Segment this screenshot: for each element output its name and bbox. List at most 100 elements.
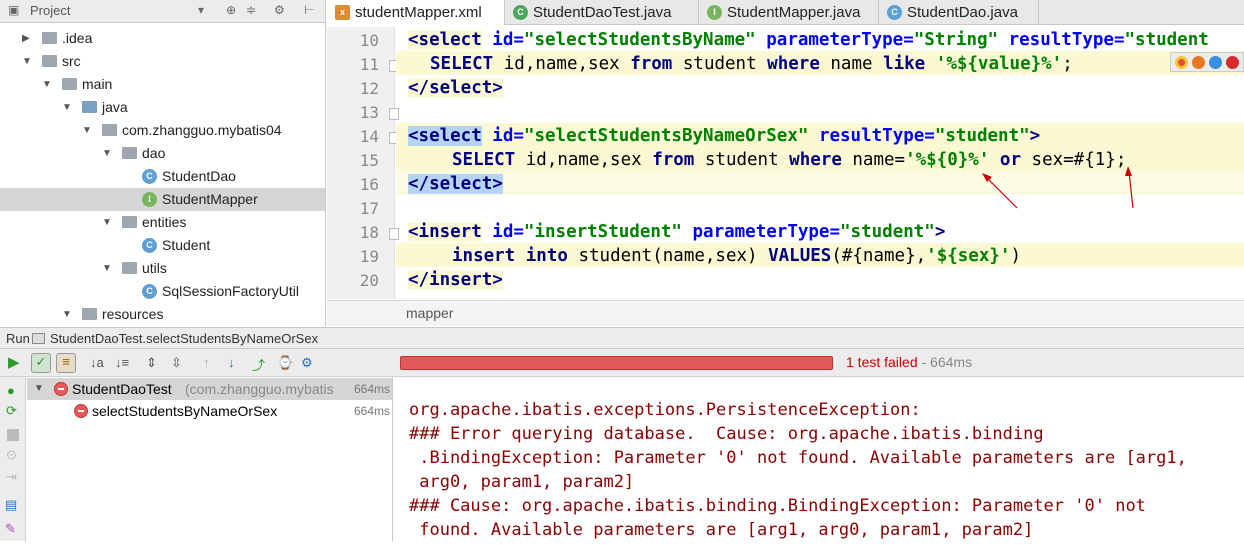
show-passed-icon[interactable]: ✓: [31, 353, 51, 373]
project-panel-header: ▣ Project ▾ ⊕ ≑ ⚙ ⊢: [0, 0, 325, 23]
test-status-time: - 664ms: [917, 354, 973, 370]
previous-failed-icon[interactable]: ↑: [203, 355, 210, 370]
sort-by-duration-icon[interactable]: ↓≡: [115, 355, 129, 370]
gear-icon[interactable]: ⚙: [301, 355, 313, 371]
test-row-suite[interactable]: ▼ StudentDaoTest (com.zhangguo.mybatis 6…: [27, 378, 392, 400]
collapse-all-icon[interactable]: ⇳: [171, 355, 182, 371]
chevron-down-icon[interactable]: ▼: [42, 73, 52, 96]
console-line: .BindingException: Parameter '0' not fou…: [409, 448, 1187, 468]
chevron-right-icon[interactable]: ▶: [22, 27, 30, 50]
chevron-down-icon[interactable]: ▼: [102, 211, 112, 234]
class-icon: C: [142, 238, 157, 253]
dropdown-icon[interactable]: ▾: [198, 3, 204, 17]
tree-item-label: SqlSessionFactoryUtil: [162, 283, 299, 299]
export-icon[interactable]: ⤴: [252, 355, 265, 374]
breadcrumb-item[interactable]: mapper: [406, 305, 453, 321]
tree-item-idea[interactable]: ▶ .idea: [0, 27, 325, 50]
package-icon: [122, 216, 137, 228]
annotation-arrows: [982, 166, 1134, 209]
test-failed-icon: [74, 404, 88, 418]
chevron-down-icon[interactable]: ▼: [102, 257, 112, 280]
expand-all-icon[interactable]: ⇕: [146, 355, 157, 371]
run-label: Run: [6, 331, 30, 346]
collapse-all-icon[interactable]: ≑: [246, 3, 256, 17]
exit-icon[interactable]: ⇥: [6, 469, 17, 485]
tree-item-utils[interactable]: ▼ utils: [0, 257, 325, 280]
test-status: 1 test failed - 664ms: [846, 354, 972, 370]
console-line: org.apache.ibatis.exceptions.Persistence…: [409, 400, 931, 420]
chevron-down-icon[interactable]: ▼: [62, 96, 72, 119]
test-failed-icon: [54, 382, 68, 396]
project-panel-title[interactable]: Project: [30, 3, 70, 18]
tree-item-main[interactable]: ▼ main: [0, 73, 325, 96]
locate-icon[interactable]: ⊕: [226, 3, 236, 17]
run-panel-title-bar: Run StudentDaoTest.selectStudentsByNameO…: [0, 327, 1244, 349]
chevron-down-icon[interactable]: ▼: [82, 119, 92, 142]
console-line: arg0, param1, param2]: [409, 472, 635, 492]
rerun-failed-icon[interactable]: ●: [7, 383, 15, 398]
console-line: ### Error querying database. Cause: org.…: [409, 424, 1044, 444]
resources-folder-icon: [82, 308, 97, 320]
test-progress-bar: [400, 356, 833, 370]
tree-item-resources[interactable]: ▼ resources: [0, 303, 325, 326]
source-folder-icon: [82, 101, 97, 113]
chevron-down-icon[interactable]: ▼: [102, 142, 112, 165]
annotation-arrow: [1128, 171, 1134, 209]
sort-alphabetically-icon[interactable]: ↓a: [90, 355, 104, 370]
gear-icon[interactable]: ⚙: [274, 3, 285, 17]
test-results-tree: ▼ StudentDaoTest (com.zhangguo.mybatis 6…: [27, 377, 393, 541]
chevron-down-icon[interactable]: ▼: [62, 303, 72, 326]
tree-item-label: src: [62, 53, 81, 69]
folder-icon: [42, 55, 57, 67]
tree-item-dao[interactable]: ▼ dao: [0, 142, 325, 165]
toggle-auto-test-icon[interactable]: ⟳: [6, 403, 17, 419]
tree-item-student[interactable]: C Student: [0, 234, 325, 257]
console-line: found. Available parameters are [arg1, a…: [409, 520, 1034, 540]
tree-item-sqlsessionfactoryutil[interactable]: C SqlSessionFactoryUtil: [0, 280, 325, 303]
test-method-name: selectStudentsByNameOrSex: [92, 403, 278, 419]
run-config-name[interactable]: StudentDaoTest.selectStudentsByNameOrSex: [50, 328, 318, 349]
tree-item-label: main: [82, 76, 113, 92]
class-icon: C: [142, 284, 157, 299]
dump-threads-icon[interactable]: ⊙: [6, 447, 17, 463]
chevron-down-icon[interactable]: ▼: [22, 50, 32, 73]
tree-item-label: Student: [162, 237, 211, 253]
tree-item-label: dao: [142, 145, 166, 161]
test-row-method[interactable]: selectStudentsByNameOrSex 664ms: [27, 400, 392, 422]
stop-icon[interactable]: [7, 429, 19, 441]
test-suite-package: (com.zhangguo.mybatis: [185, 381, 334, 397]
editor-panel: x studentMapper.xml C StudentDaoTest.jav…: [327, 0, 1244, 326]
tree-item-label: StudentMapper: [162, 191, 258, 207]
test-suite-name: StudentDaoTest: [72, 381, 172, 397]
chevron-down-icon[interactable]: ▼: [34, 378, 44, 400]
layout-icon[interactable]: ▤: [5, 497, 17, 513]
tree-item-label: entities: [142, 214, 187, 230]
hide-panel-icon[interactable]: ⊢: [304, 3, 314, 17]
test-duration: 664ms: [353, 404, 390, 418]
tree-item-src[interactable]: ▼ src: [0, 50, 325, 73]
tree-item-label: .idea: [62, 30, 93, 46]
test-duration: 664ms: [349, 378, 390, 400]
tree-item-studentmapper[interactable]: I StudentMapper: [0, 188, 325, 211]
tree-item-java[interactable]: ▼ java: [0, 96, 325, 119]
console-output[interactable]: org.apache.ibatis.exceptions.Persistence…: [394, 377, 1244, 541]
run-side-toolbar: ● ⟳ ⊙ ⇥ ▤ ✎: [0, 377, 26, 541]
rerun-icon[interactable]: ▶: [8, 353, 20, 371]
tree-item-label: resources: [102, 306, 164, 322]
tree-item-studentdao[interactable]: C StudentDao: [0, 165, 325, 188]
history-icon[interactable]: ⌚: [277, 355, 293, 371]
tree-item-package-root[interactable]: ▼ com.zhangguo.mybatis04: [0, 119, 325, 142]
tree-item-entities[interactable]: ▼ entities: [0, 211, 325, 234]
package-icon: [102, 124, 117, 136]
tree-item-label: utils: [142, 260, 167, 276]
tree-item-label: StudentDao: [162, 168, 236, 184]
tree-item-label: com.zhangguo.mybatis04: [122, 122, 282, 138]
arrowhead: [1125, 166, 1132, 176]
breadcrumb[interactable]: mapper: [327, 300, 1244, 326]
pin-icon[interactable]: ✎: [5, 521, 16, 537]
console-line: ### Cause: org.apache.ibatis.binding.Bin…: [409, 496, 1146, 516]
test-status-text: 1 test failed: [846, 354, 918, 370]
class-icon: C: [142, 169, 157, 184]
next-failed-icon[interactable]: ↓: [228, 355, 235, 370]
show-ignored-icon[interactable]: ≡: [56, 353, 76, 373]
